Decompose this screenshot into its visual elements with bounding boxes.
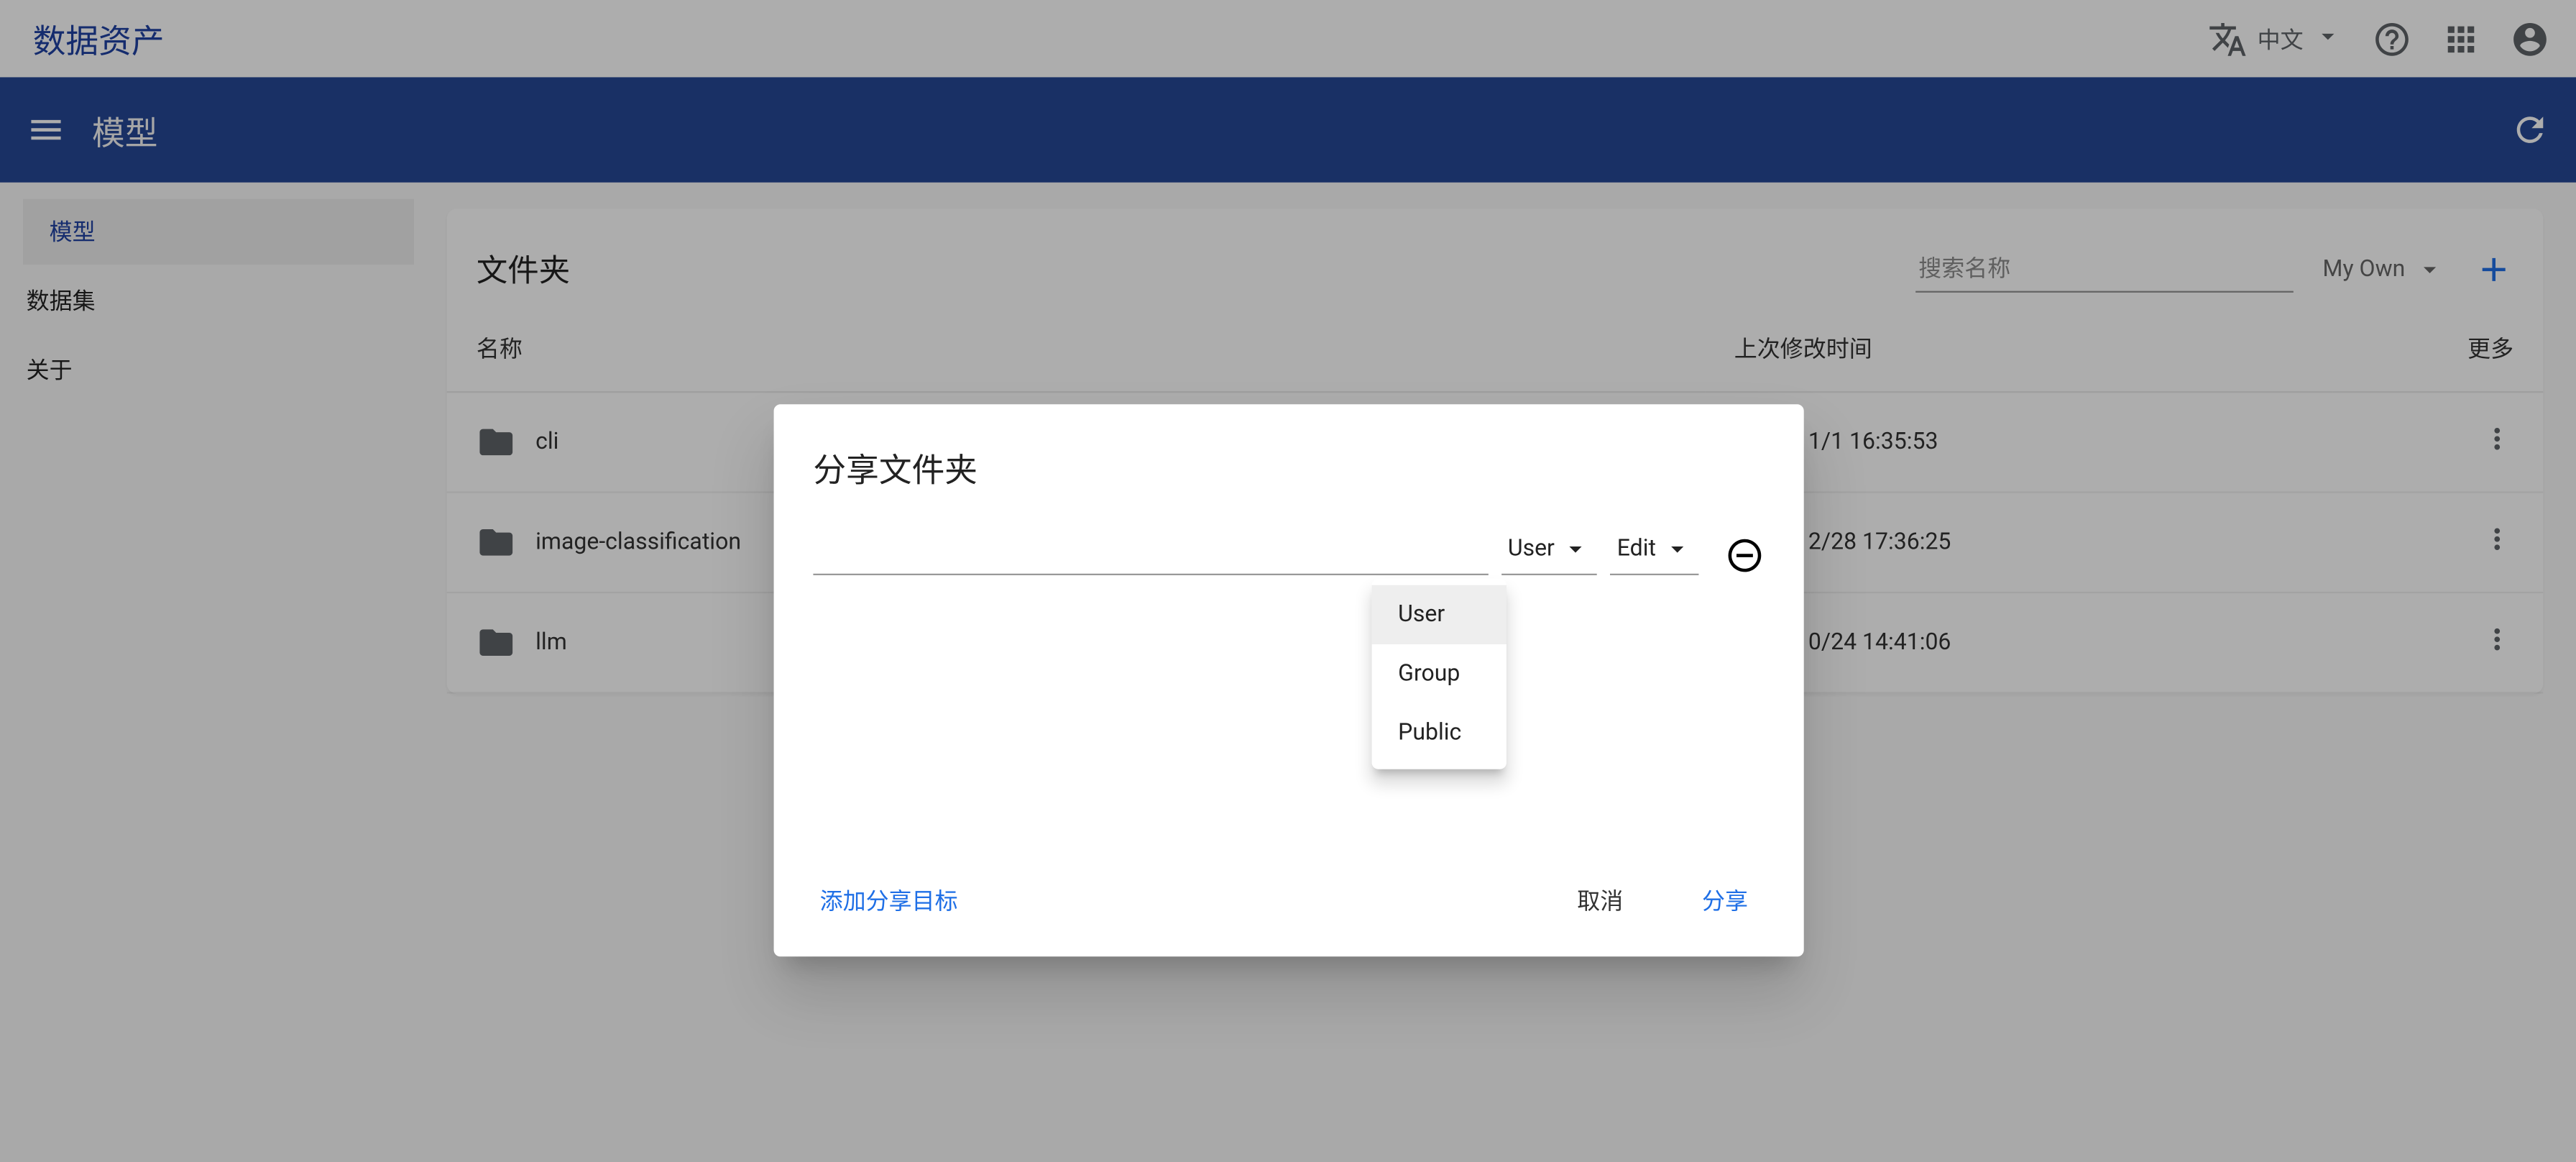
dialog-title: 分享文件夹 — [774, 404, 1804, 511]
cancel-button[interactable]: 取消 — [1560, 874, 1639, 927]
share-dialog: 分享文件夹 User Edit 添加分享目标 取消 分享 — [774, 404, 1804, 956]
permission-value: Edit — [1617, 536, 1656, 562]
target-type-value: User — [1508, 536, 1555, 562]
share-target-input[interactable] — [813, 528, 1488, 575]
chevron-down-icon — [1662, 534, 1692, 564]
target-type-dropdown: User Group Public — [1372, 579, 1506, 769]
target-type-select[interactable]: User — [1501, 524, 1598, 575]
chevron-down-icon — [1561, 534, 1591, 564]
share-button[interactable]: 分享 — [1685, 874, 1765, 927]
remove-target-button[interactable] — [1725, 536, 1765, 575]
remove-circle-icon — [1725, 536, 1765, 575]
dropdown-option-user[interactable]: User — [1372, 585, 1506, 644]
dropdown-option-group[interactable]: Group — [1372, 644, 1506, 703]
permission-select[interactable]: Edit — [1611, 524, 1699, 575]
add-share-target-button[interactable]: 添加分享目标 — [804, 874, 975, 927]
dropdown-option-public[interactable]: Public — [1372, 703, 1506, 762]
